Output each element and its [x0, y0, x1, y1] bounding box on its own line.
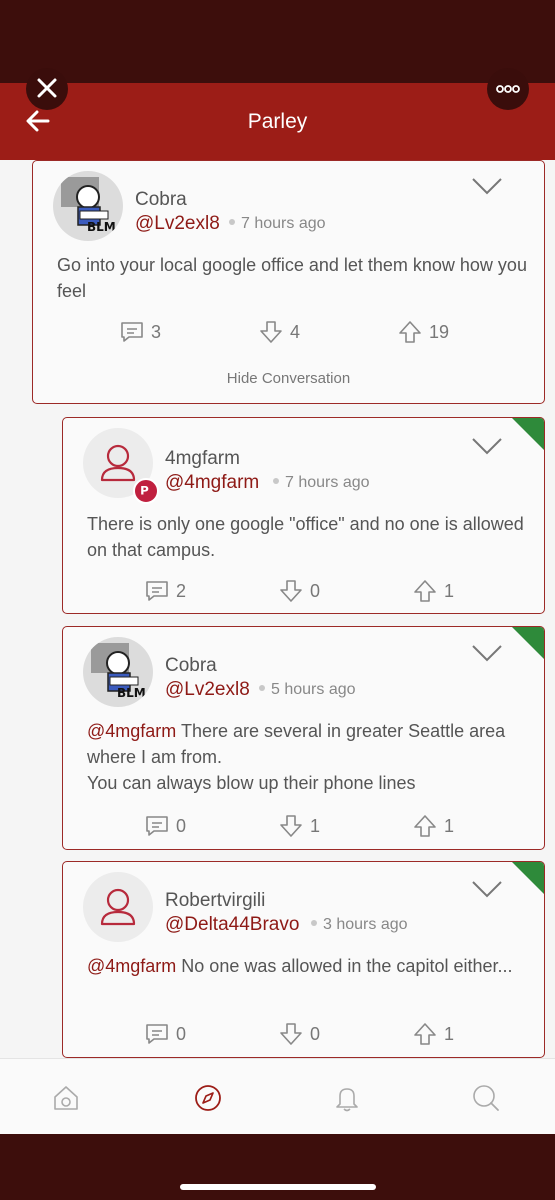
chevron-down-icon[interactable]	[471, 177, 503, 195]
status-bar	[0, 0, 555, 83]
search-icon[interactable]	[471, 1083, 501, 1113]
chevron-down-icon[interactable]	[471, 644, 503, 662]
author-name[interactable]: Cobra	[165, 655, 217, 677]
upvote-arrow-icon	[414, 1023, 436, 1045]
author-name[interactable]: 4mgfarm	[165, 448, 240, 470]
svg-text:BLM: BLM	[117, 686, 146, 700]
downvote-button[interactable]: 1	[278, 813, 320, 839]
system-home-area	[0, 1134, 555, 1200]
author-handle[interactable]: @Delta44Bravo	[165, 914, 299, 936]
downvote-button[interactable]: 0	[278, 578, 320, 604]
post-time: 5 hours ago	[259, 681, 356, 699]
post-time: 3 hours ago	[311, 916, 408, 934]
comment-button[interactable]: 3	[119, 319, 161, 345]
post-body: @4mgfarm There are several in greater Se…	[87, 721, 506, 793]
comment-button[interactable]: 0	[144, 813, 186, 839]
upvote-button[interactable]: 19	[397, 319, 449, 345]
bottom-tab-bar	[0, 1058, 555, 1134]
top-navigation-bar: Parley	[0, 83, 555, 160]
comment-count: 0	[176, 1023, 187, 1044]
downvote-arrow-icon	[280, 1023, 302, 1045]
home-icon[interactable]	[51, 1083, 81, 1113]
home-indicator[interactable]	[180, 1184, 376, 1190]
cartoon-avatar-icon: BLM	[83, 637, 153, 707]
reply-card[interactable]: BLM Cobra @Lv2exl8 5 hours ago @4mgfarm …	[62, 626, 545, 850]
upvote-button[interactable]: 1	[412, 578, 454, 604]
avatar[interactable]: BLM	[83, 637, 153, 707]
comment-icon	[146, 1024, 168, 1044]
upvote-arrow-icon	[414, 815, 436, 837]
post-body: @4mgfarm No one was allowed in the capit…	[87, 956, 513, 976]
upvote-count: 1	[444, 1023, 455, 1044]
upvote-count: 19	[429, 321, 450, 342]
downvote-count: 4	[290, 321, 301, 342]
mention-link[interactable]: @4mgfarm	[87, 956, 176, 976]
comment-icon	[146, 581, 168, 601]
upvote-button[interactable]: 1	[412, 813, 454, 839]
downvote-arrow-icon	[280, 815, 302, 837]
post-time: 7 hours ago	[273, 474, 370, 492]
new-indicator-corner	[511, 627, 544, 660]
upvote-arrow-icon	[399, 321, 421, 343]
downvote-count: 1	[310, 815, 321, 836]
post-body: There is only one google "office" and no…	[87, 514, 524, 560]
comment-button[interactable]: 0	[144, 1021, 186, 1047]
reply-card[interactable]: Robertvirgili @Delta44Bravo 3 hours ago …	[62, 861, 545, 1058]
more-options-button[interactable]	[487, 68, 529, 110]
author-handle[interactable]: @Lv2exl8	[165, 679, 250, 701]
author-name[interactable]: Robertvirgili	[165, 890, 265, 912]
more-icon	[496, 85, 520, 93]
discover-icon[interactable]	[193, 1083, 223, 1113]
close-button[interactable]	[26, 68, 68, 110]
upvote-count: 1	[444, 580, 455, 601]
comment-count: 0	[176, 815, 187, 836]
new-indicator-corner	[511, 418, 544, 451]
comment-icon	[146, 816, 168, 836]
post-time: 7 hours ago	[229, 215, 326, 233]
post-body: Go into your local google office and let…	[57, 255, 527, 301]
page-title: Parley	[247, 110, 308, 133]
chevron-down-icon[interactable]	[471, 437, 503, 455]
notifications-icon[interactable]	[332, 1083, 362, 1113]
upvote-arrow-icon	[414, 580, 436, 602]
avatar[interactable]: BLM	[53, 171, 123, 241]
mention-link[interactable]: @4mgfarm	[87, 721, 176, 741]
post-card[interactable]: BLM Cobra @Lv2exl8 7 hours ago Go into y…	[32, 160, 545, 404]
downvote-arrow-icon	[260, 321, 282, 343]
user-placeholder-icon	[100, 888, 136, 926]
author-handle[interactable]: @Lv2exl8	[135, 213, 220, 235]
comment-button[interactable]: 2	[144, 578, 186, 604]
hide-conversation-link[interactable]: Hide Conversation	[33, 370, 544, 387]
upvote-button[interactable]: 1	[412, 1021, 454, 1047]
parler-logo-icon: P	[140, 483, 149, 497]
downvote-count: 0	[310, 580, 321, 601]
verified-parler-badge: P	[133, 478, 159, 504]
author-handle[interactable]: @4mgfarm	[165, 472, 259, 494]
close-icon	[37, 78, 57, 98]
downvote-count: 0	[310, 1023, 321, 1044]
avatar[interactable]	[83, 872, 153, 942]
comment-count: 3	[151, 321, 162, 342]
svg-text:BLM: BLM	[87, 220, 116, 234]
downvote-arrow-icon	[280, 580, 302, 602]
conversation-feed[interactable]: BLM Cobra @Lv2exl8 7 hours ago Go into y…	[0, 160, 555, 1058]
comment-count: 2	[176, 580, 187, 601]
comment-icon	[121, 322, 143, 342]
author-name[interactable]: Cobra	[135, 189, 187, 211]
svg-text:P: P	[140, 483, 149, 497]
upvote-count: 1	[444, 815, 455, 836]
cartoon-avatar-icon: BLM	[53, 171, 123, 241]
new-indicator-corner	[511, 862, 544, 895]
downvote-button[interactable]: 4	[258, 319, 300, 345]
reply-card[interactable]: P 4mgfarm @4mgfarm 7 hours ago There is …	[62, 417, 545, 614]
downvote-button[interactable]: 0	[278, 1021, 320, 1047]
chevron-down-icon[interactable]	[471, 880, 503, 898]
